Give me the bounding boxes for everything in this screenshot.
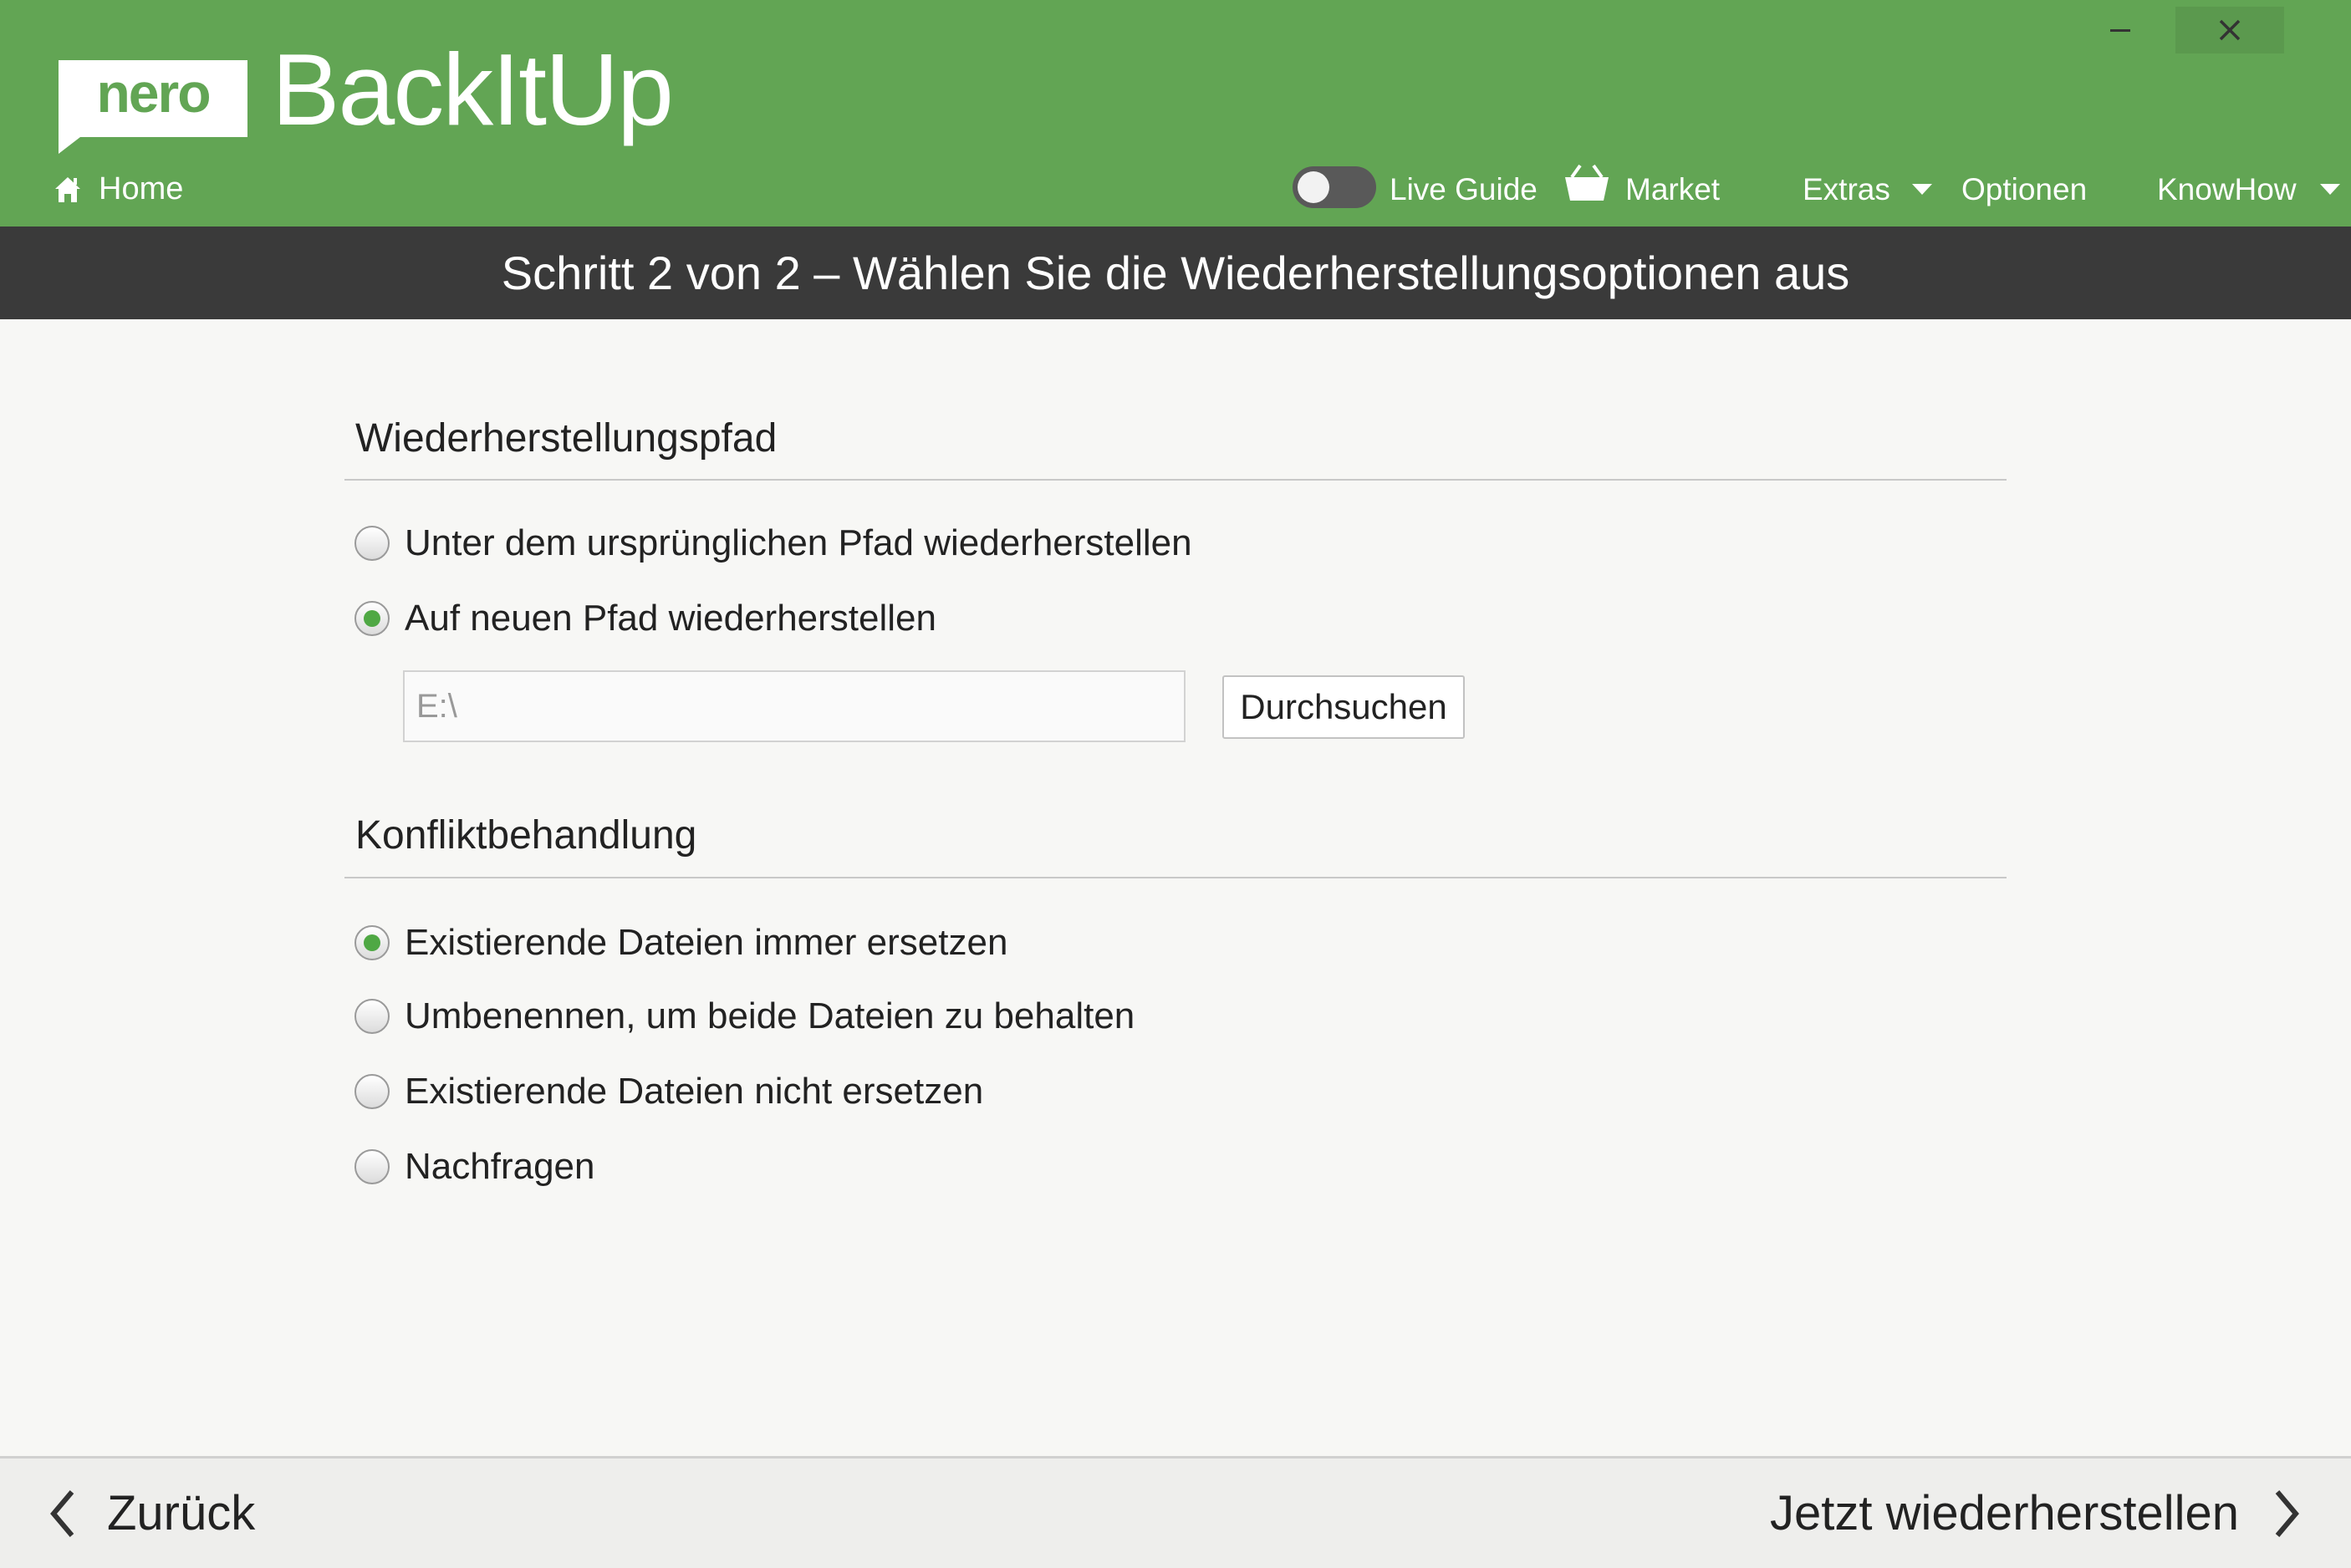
close-button[interactable] <box>2175 7 2284 53</box>
home-label: Home <box>99 171 184 206</box>
market-link[interactable]: Market <box>1625 163 1720 216</box>
knowhow-menu[interactable]: KnowHow <box>2157 163 2340 216</box>
restore-now-label: Jetzt wiederherstellen <box>1770 1486 2239 1540</box>
close-icon <box>2219 19 2241 41</box>
back-label: Zurück <box>107 1486 256 1540</box>
knowhow-label: KnowHow <box>2157 172 2297 206</box>
radio-button[interactable] <box>354 1149 390 1184</box>
app-window: nero BackItUp Home Live Guide Market Ext… <box>0 0 2351 1568</box>
main-content: Wiederherstellungspfad Unter dem ursprün… <box>0 319 2351 1456</box>
back-button[interactable]: Zurück <box>48 1485 255 1541</box>
conflict-handling-title: Konfliktbehandlung <box>355 813 697 858</box>
browse-button[interactable]: Durchsuchen <box>1222 675 1465 739</box>
extras-menu[interactable]: Extras <box>1803 163 1932 216</box>
toggle-knob <box>1298 171 1329 203</box>
home-link[interactable]: Home <box>54 171 183 207</box>
extras-label: Extras <box>1803 172 1890 206</box>
chevron-right-icon <box>2275 1489 2299 1537</box>
radio-selected-dot <box>364 934 380 951</box>
nero-logo: nero <box>59 60 247 160</box>
radio-label: Auf neuen Pfad wiederherstellen <box>405 598 936 639</box>
radio-always-replace[interactable]: Existierende Dateien immer ersetzen <box>354 922 1007 964</box>
radio-new-path[interactable]: Auf neuen Pfad wiederherstellen <box>354 598 936 639</box>
minimize-icon <box>2110 29 2130 32</box>
radio-button[interactable] <box>354 999 390 1034</box>
minimize-button[interactable] <box>2099 7 2145 53</box>
radio-original-path[interactable]: Unter dem ursprünglichen Pfad wiederhers… <box>354 522 1192 564</box>
radio-rename-keep-both[interactable]: Umbenennen, um beide Dateien zu behalten <box>354 995 1135 1037</box>
restore-path-field[interactable] <box>403 670 1186 742</box>
radio-button[interactable] <box>354 601 390 636</box>
app-header: nero BackItUp Home Live Guide Market Ext… <box>0 0 2351 227</box>
market-basket-icon[interactable] <box>1563 164 1610 202</box>
radio-label: Existierende Dateien immer ersetzen <box>405 922 1008 963</box>
radio-button[interactable] <box>354 1074 390 1109</box>
radio-ask[interactable]: Nachfragen <box>354 1146 594 1188</box>
radio-label: Nachfragen <box>405 1146 595 1187</box>
step-title-bar: Schritt 2 von 2 – Wählen Sie die Wiederh… <box>0 227 2351 319</box>
radio-button[interactable] <box>354 925 390 960</box>
options-menu[interactable]: Optionen <box>1961 163 2087 216</box>
section-divider <box>344 479 2007 481</box>
radio-label: Umbenennen, um beide Dateien zu behalten <box>405 995 1135 1036</box>
radio-selected-dot <box>364 610 380 627</box>
step-title: Schritt 2 von 2 – Wählen Sie die Wiederh… <box>501 247 1850 299</box>
chevron-down-icon <box>2319 184 2340 195</box>
restore-path-title: Wiederherstellungspfad <box>355 416 778 461</box>
chevron-left-icon <box>50 1489 74 1537</box>
home-icon <box>55 176 80 202</box>
live-guide-label[interactable]: Live Guide <box>1390 163 1538 216</box>
app-name: BackItUp <box>272 33 674 146</box>
live-guide-toggle[interactable] <box>1293 166 1376 208</box>
svg-text:nero: nero <box>96 62 209 124</box>
wizard-footer: Zurück Jetzt wiederherstellen <box>0 1456 2351 1568</box>
chevron-down-icon <box>1911 184 1932 195</box>
section-divider <box>344 877 2007 878</box>
radio-do-not-replace[interactable]: Existierende Dateien nicht ersetzen <box>354 1071 983 1112</box>
radio-label: Existierende Dateien nicht ersetzen <box>405 1071 984 1112</box>
radio-label: Unter dem ursprünglichen Pfad wiederhers… <box>405 522 1192 563</box>
restore-now-button[interactable]: Jetzt wiederherstellen <box>1770 1485 2301 1541</box>
radio-button[interactable] <box>354 526 390 561</box>
